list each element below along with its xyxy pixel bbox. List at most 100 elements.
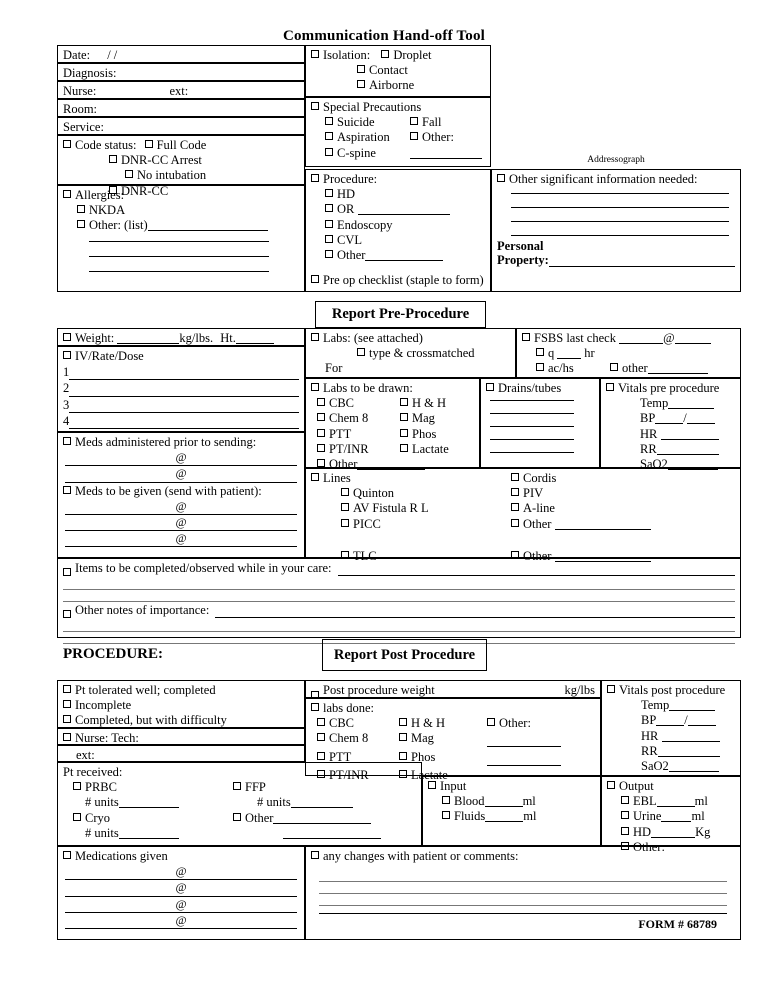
lines-box[interactable]: Lines Quinton AV Fistula R L PICC TLC Co… xyxy=(305,468,741,563)
vitals-pre-bp[interactable]: BP / xyxy=(606,411,735,426)
write-line[interactable] xyxy=(63,590,735,603)
checkbox-icon[interactable] xyxy=(357,65,365,74)
checkbox-icon[interactable] xyxy=(317,398,325,407)
tolerance-well[interactable]: Pt tolerated well; completed xyxy=(63,683,299,698)
fsbs-value-input[interactable] xyxy=(674,343,711,344)
checkbox-icon[interactable] xyxy=(381,50,390,58)
drains-box[interactable]: Drains/tubes xyxy=(480,378,600,468)
checkbox-icon[interactable] xyxy=(511,518,519,527)
vitals-pre-temp[interactable]: Temp xyxy=(606,396,735,411)
checkbox-icon[interactable] xyxy=(109,155,117,164)
checkbox-icon[interactable] xyxy=(317,459,325,468)
checkbox-icon[interactable] xyxy=(325,147,333,156)
vitals-post-rr[interactable]: RR xyxy=(607,744,735,759)
checkbox-icon[interactable] xyxy=(442,811,450,820)
write-line[interactable] xyxy=(65,928,297,930)
line-aline[interactable]: A-line xyxy=(511,501,735,516)
labs-drawn-box[interactable]: Labs to be drawn: CBC H & H Chem 8 Mag P… xyxy=(305,378,480,471)
vital-input-systolic[interactable] xyxy=(656,725,685,727)
checkbox-icon[interactable] xyxy=(341,488,349,497)
nurse-row[interactable]: Nurse: ext: xyxy=(57,81,305,99)
other-product-input[interactable] xyxy=(273,822,372,824)
allergies-other-row[interactable]: Other: (list) xyxy=(63,218,299,233)
write-line[interactable] xyxy=(511,207,729,209)
lab-chem8[interactable]: Chem 8 xyxy=(311,411,400,426)
labdone-other-input-2[interactable] xyxy=(487,750,561,768)
checkbox-icon[interactable] xyxy=(311,473,319,481)
line-piv[interactable]: PIV xyxy=(511,486,735,501)
checkbox-icon[interactable] xyxy=(77,220,85,229)
write-line[interactable] xyxy=(490,400,574,402)
checkbox-icon[interactable] xyxy=(486,383,494,391)
checkbox-icon[interactable] xyxy=(63,190,71,198)
precaution-other-input[interactable] xyxy=(410,157,482,159)
meds-given-row[interactable]: @ xyxy=(63,531,299,548)
output-hd-value[interactable] xyxy=(651,836,696,838)
fsbs-achs[interactable]: ac/hs xyxy=(536,361,610,376)
iv-input[interactable] xyxy=(69,395,299,397)
allergies-extra-lines[interactable] xyxy=(63,240,299,272)
vitals-pre-rr[interactable]: RR xyxy=(606,442,735,457)
lab-ptt[interactable]: PTT xyxy=(311,427,400,442)
lab-cbc[interactable]: CBC xyxy=(311,396,400,411)
vitals-post-hr[interactable]: HR xyxy=(607,729,735,744)
write-line[interactable] xyxy=(490,413,574,415)
iv-input[interactable] xyxy=(69,411,299,413)
pt-received-other[interactable]: Other xyxy=(233,811,372,826)
room-row[interactable]: Room: xyxy=(57,99,305,117)
output-ebl-value[interactable] xyxy=(656,806,695,808)
vitals-post-temp[interactable]: Temp xyxy=(607,698,735,713)
other-product-extra[interactable] xyxy=(245,826,381,841)
vitals-post-bp[interactable]: BP / xyxy=(607,713,735,728)
precaution-suicide[interactable]: Suicide xyxy=(325,115,410,130)
checkbox-icon[interactable] xyxy=(442,796,450,805)
write-line[interactable] xyxy=(319,882,727,895)
pt-received-ffp[interactable]: FFP xyxy=(233,780,266,795)
labdone-cbc[interactable]: CBC xyxy=(311,716,399,731)
labdone-mag[interactable]: Mag xyxy=(399,731,487,749)
write-line[interactable] xyxy=(65,546,297,548)
cryo-units[interactable]: # units xyxy=(63,826,245,841)
meds-prior-row[interactable]: @ xyxy=(63,450,299,467)
code-status-box[interactable]: Code status: Full Code DNR-CC Arrest No … xyxy=(57,135,305,198)
fsbs-time-input[interactable] xyxy=(619,343,664,344)
allergies-nkda-row[interactable]: NKDA xyxy=(63,203,299,218)
weight-row[interactable]: Weight: kg/lbs. Ht. xyxy=(57,328,305,346)
allergies-other-input[interactable] xyxy=(147,230,268,232)
lab-mag[interactable]: Mag xyxy=(400,411,435,426)
write-line[interactable] xyxy=(511,193,729,195)
checkbox-icon[interactable] xyxy=(317,413,325,422)
meds-prior-row[interactable]: @ xyxy=(63,466,299,483)
iv-row[interactable]: 4 xyxy=(63,414,299,430)
units-input[interactable] xyxy=(118,807,179,809)
precaution-cspine[interactable]: C-spine xyxy=(325,146,410,161)
fsbs-other[interactable]: other xyxy=(610,361,735,376)
checkbox-icon[interactable] xyxy=(325,234,333,243)
vital-input[interactable] xyxy=(668,771,719,773)
write-line[interactable] xyxy=(490,439,574,441)
checkbox-icon[interactable] xyxy=(357,80,365,89)
changes-box[interactable]: any changes with patient or comments: FO… xyxy=(305,846,741,940)
procedure-option-or[interactable]: OR xyxy=(311,202,485,217)
checkbox-icon[interactable] xyxy=(63,610,71,619)
checkbox-icon[interactable] xyxy=(341,503,349,512)
checkbox-icon[interactable] xyxy=(63,485,71,494)
checkbox-icon[interactable] xyxy=(511,488,519,497)
line-other-input[interactable] xyxy=(555,528,652,530)
checkbox-icon[interactable] xyxy=(341,518,349,527)
checkbox-icon[interactable] xyxy=(497,174,505,182)
vital-input[interactable] xyxy=(669,710,716,712)
items-care-row[interactable]: Items to be completed/observed while in … xyxy=(63,561,735,577)
checkbox-icon[interactable] xyxy=(400,443,408,452)
checkbox-icon[interactable] xyxy=(311,333,319,341)
write-line[interactable] xyxy=(511,235,729,237)
checkbox-icon[interactable] xyxy=(487,718,495,727)
meds-given-row[interactable]: @ xyxy=(63,499,299,516)
checkbox-icon[interactable] xyxy=(410,117,418,126)
vital-input-systolic[interactable] xyxy=(655,423,684,425)
checkbox-icon[interactable] xyxy=(311,851,319,859)
weight-input[interactable] xyxy=(117,343,180,344)
other-info-box[interactable]: Other significant information needed: Pe… xyxy=(491,169,741,292)
vital-input-diastolic[interactable] xyxy=(686,423,715,425)
line-picc[interactable]: PICC xyxy=(311,517,511,532)
